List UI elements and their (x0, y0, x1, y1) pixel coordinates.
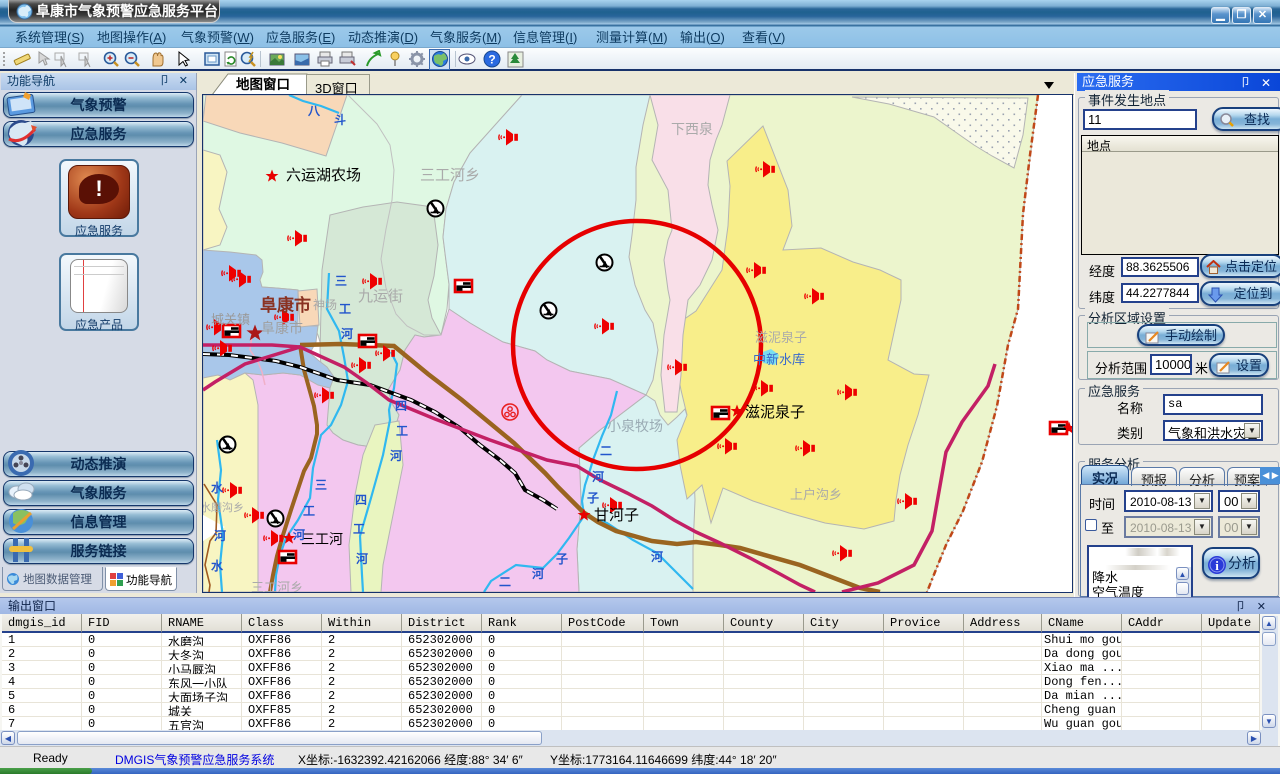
svg-text:上户沟乡: 上户沟乡 (790, 487, 842, 502)
svg-text:六运湖农场: 六运湖农场 (286, 167, 361, 184)
svg-text:阜康市: 阜康市 (260, 295, 311, 315)
svg-text:三: 三 (315, 478, 327, 492)
svg-text:中新水库: 中新水库 (753, 352, 805, 367)
svg-text:阜康市: 阜康市 (261, 320, 303, 336)
svg-text:斗: 斗 (334, 113, 346, 127)
svg-text:河: 河 (531, 566, 544, 581)
svg-text:神场: 神场 (313, 298, 337, 312)
svg-text:子: 子 (587, 491, 599, 505)
svg-text:工: 工 (303, 504, 315, 518)
svg-text:水: 水 (211, 558, 224, 573)
svg-text:三工河乡: 三工河乡 (420, 167, 480, 184)
svg-text:下西泉: 下西泉 (671, 121, 713, 137)
svg-text:八: 八 (307, 104, 321, 118)
svg-text:子: 子 (556, 552, 568, 566)
svg-text:九运街: 九运街 (358, 288, 403, 305)
svg-text:四: 四 (395, 399, 407, 413)
svg-text:四: 四 (355, 493, 367, 507)
svg-text:二: 二 (600, 444, 612, 458)
svg-text:三工河乡: 三工河乡 (251, 580, 303, 592)
svg-text:河: 河 (355, 551, 368, 566)
svg-text:三工河: 三工河 (301, 531, 343, 547)
svg-text:河: 河 (650, 549, 663, 564)
svg-text:河: 河 (591, 469, 604, 484)
svg-text:工: 工 (339, 302, 351, 316)
svg-text:滋泥泉子: 滋泥泉子 (755, 330, 807, 345)
svg-text:工: 工 (396, 424, 408, 438)
svg-text:河: 河 (340, 326, 353, 341)
svg-text:河: 河 (292, 527, 305, 542)
svg-text:水: 水 (211, 480, 224, 495)
svg-text:二: 二 (499, 575, 511, 589)
svg-text:城关镇: 城关镇 (211, 312, 250, 327)
svg-text:三: 三 (335, 274, 347, 288)
svg-text:水磨沟乡: 水磨沟乡 (203, 501, 244, 514)
svg-text:甘河子: 甘河子 (594, 507, 639, 524)
svg-text:小泉牧场: 小泉牧场 (607, 418, 663, 434)
svg-text:?: ? (488, 53, 495, 67)
svg-text:工: 工 (353, 522, 365, 536)
svg-text:i: i (1215, 558, 1219, 573)
svg-text:河: 河 (213, 528, 226, 543)
svg-text:滋泥泉子: 滋泥泉子 (745, 404, 805, 421)
svg-text:地图窗口: 地图窗口 (236, 76, 290, 92)
svg-text:河: 河 (389, 448, 402, 463)
